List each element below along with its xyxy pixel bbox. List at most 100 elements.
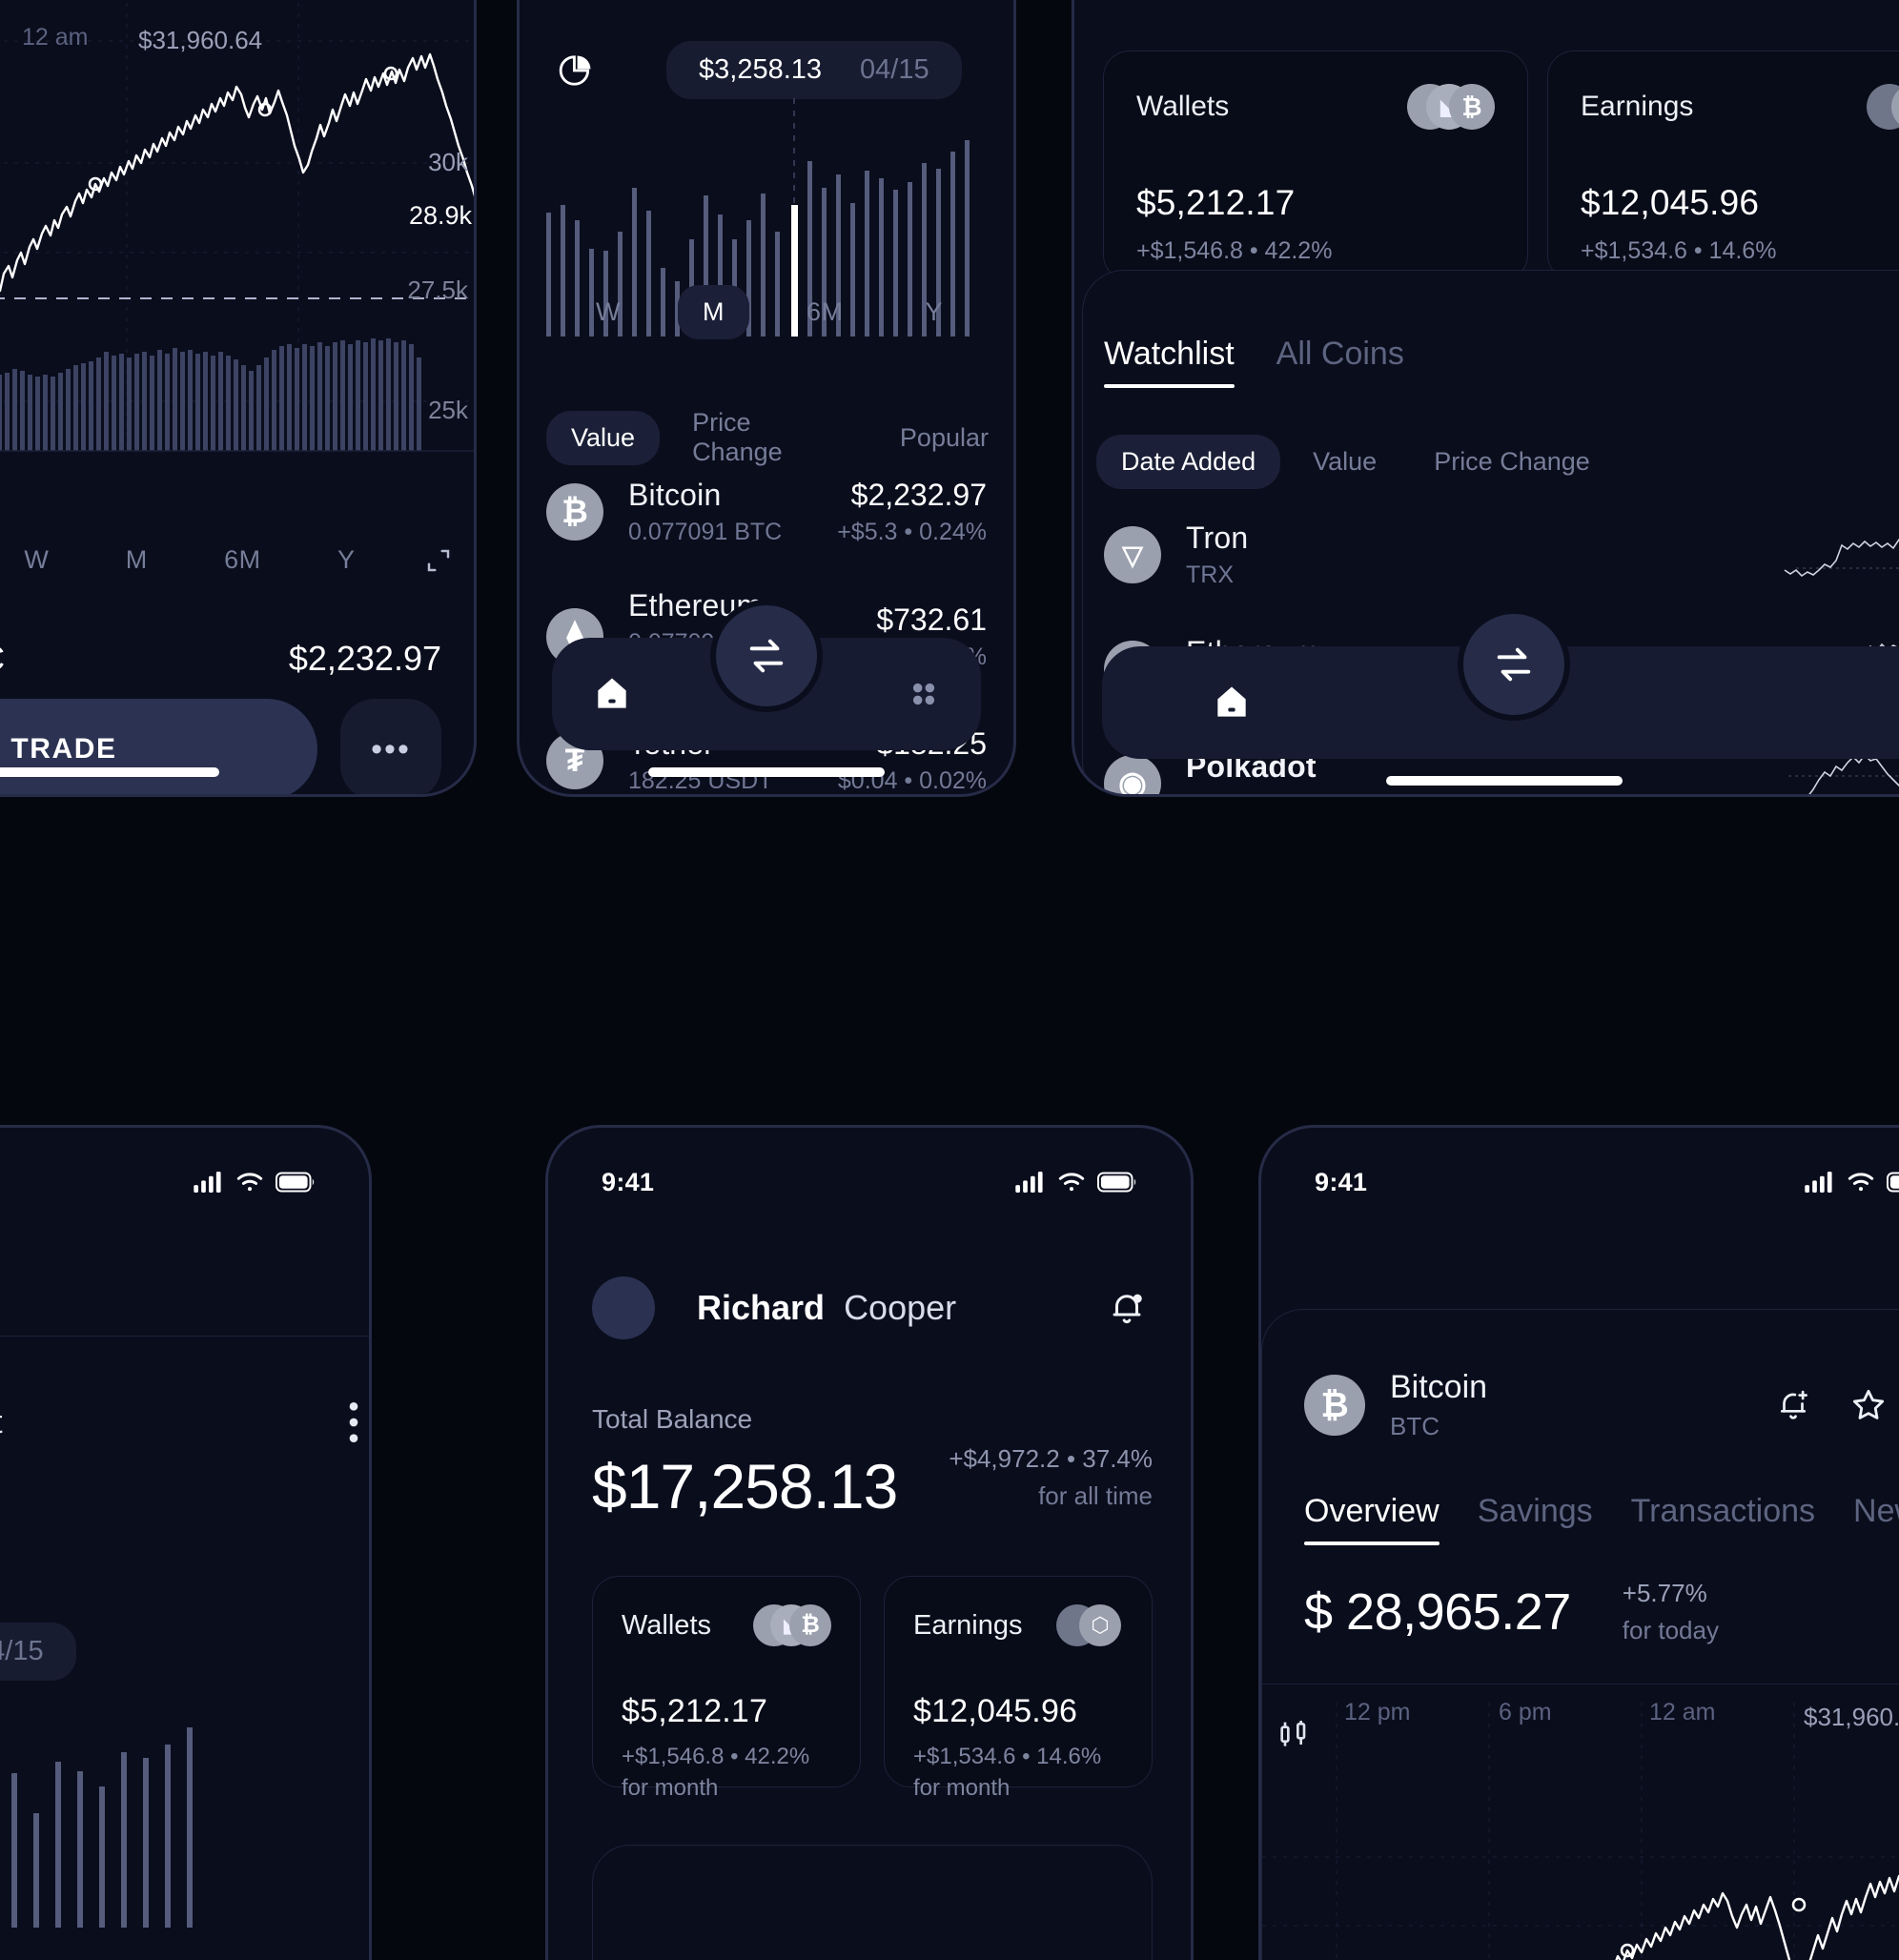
pie-chart-icon[interactable]: [558, 52, 594, 89]
trade-label: TRADE: [10, 733, 117, 765]
range-y[interactable]: Y: [900, 285, 968, 339]
portfolio-sort-chips[interactable]: Value Price Change Popular: [546, 396, 1013, 480]
coin-value: $732.61: [876, 602, 987, 637]
nav-swap-fab[interactable]: [710, 600, 823, 712]
card-period: for month: [622, 1774, 719, 1801]
watchlist-tabs[interactable]: Watchlist All Coins: [1104, 336, 1404, 388]
coin-stack-icon: ◣ ₿: [1407, 82, 1495, 132]
earnings-card[interactable]: Earnings ⬡ $12,045.96 +$1,534.6 • 14.6% …: [1547, 51, 1899, 296]
portfolio-range-selector[interactable]: W M 6M Y: [520, 285, 1013, 339]
range-selector[interactable]: 1H D W M 6M Y: [0, 533, 474, 587]
list-item[interactable]: ▽ Tron TRX: [1104, 521, 1899, 589]
range-m[interactable]: M: [677, 285, 749, 339]
btc-chart-screen: 12 pm 6 pm 12 am $31,960.64 $24,922.97 3…: [0, 0, 474, 794]
avatar[interactable]: [592, 1276, 655, 1339]
wifi-icon: [1057, 1172, 1086, 1193]
coin-symbol: BTC: [1390, 1412, 1440, 1440]
star-icon[interactable]: [1849, 1386, 1888, 1424]
nav-swap-fab[interactable]: [1457, 608, 1570, 721]
card-period: for month: [913, 1774, 1011, 1801]
tab-overview[interactable]: Overview: [1304, 1493, 1440, 1545]
range-w[interactable]: W: [0, 533, 73, 587]
sort-chip-value[interactable]: Value: [1288, 435, 1401, 489]
more-button[interactable]: •••: [340, 699, 441, 794]
earnings-card[interactable]: Earnings ⬡ $12,045.96 +$1,534.6 • 14.6% …: [884, 1576, 1153, 1801]
hodl-bar-svg: [11, 1727, 193, 1928]
balance-period: for all time: [1038, 1481, 1153, 1510]
y-tick-25k: 25k: [428, 396, 468, 424]
sort-chip-value[interactable]: Value: [546, 410, 661, 465]
summary-cards: Wallets ◣ ₿ $5,212.17 +$1,546.8 • 42.2% …: [592, 1576, 1153, 1801]
more-label: •••: [371, 730, 411, 767]
list-item[interactable]: ₿ Bitcoin 0.077091 BTC $2,232.97 +$5.3 •…: [546, 478, 987, 546]
tab-news[interactable]: News: [1853, 1493, 1899, 1545]
hodl-wallet-panel: 9:41: [0, 1125, 372, 1960]
bell-notification-icon[interactable]: [1107, 1288, 1147, 1328]
cellular-signal-icon: [194, 1172, 224, 1193]
sort-chip-popular[interactable]: Popular: [875, 411, 1013, 465]
tab-all-coins[interactable]: All Coins: [1276, 336, 1404, 388]
tab-savings[interactable]: Savings: [1478, 1493, 1593, 1545]
chart-high-label: $31,960.64: [1804, 1703, 1899, 1731]
portfolio-panel: $3,258.13 04/15 W M 6M Y Value Price Cha…: [517, 0, 1016, 797]
range-y[interactable]: Y: [313, 533, 380, 587]
wallets-card[interactable]: Wallets ◣ ₿ $5,212.17 +$1,546.8 • 42.2% …: [1103, 51, 1528, 296]
card-value: $12,045.96: [913, 1693, 1078, 1729]
battery-icon: [1887, 1172, 1899, 1193]
detail-tabs[interactable]: Overview Savings Transactions News: [1304, 1493, 1899, 1545]
hodl-header: Hodl Wallet: [0, 1401, 358, 1443]
bitcoin-icon: ₿: [1304, 1375, 1365, 1436]
watchlist-sheet-peek: [592, 1845, 1153, 1960]
watchlist-panel: Wallets ◣ ₿ $5,212.17 +$1,546.8 • 42.2% …: [1072, 0, 1899, 797]
watchlist-sort-chips[interactable]: Date Added Value Price Change: [1096, 435, 1615, 489]
available-block: Available 0.077091 BTC $2,232.97: [0, 602, 441, 679]
user-last-name: Cooper: [844, 1288, 957, 1327]
page-title: Hodl Wallet: [0, 1404, 3, 1441]
bitcoin-detail-panel: 9:41 ₿ Bitcoin BTC Overview Savings Tran…: [1258, 1125, 1899, 1960]
bell-plus-icon[interactable]: [1775, 1387, 1811, 1423]
tab-transactions[interactable]: Transactions: [1631, 1493, 1815, 1545]
wallets-card[interactable]: Wallets ◣ ₿ $5,212.17 +$1,546.8 • 42.2% …: [592, 1576, 861, 1801]
bitcoin-icon: ₿: [546, 483, 603, 541]
range-m[interactable]: M: [101, 533, 173, 587]
kebab-menu-icon[interactable]: [349, 1401, 358, 1443]
price-chart[interactable]: 12 pm 6 pm 12 am $31,960.64 $24,922.97 3…: [0, 3, 474, 537]
chevron-down-icon[interactable]: [1895, 1594, 1899, 1630]
range-6m[interactable]: 6M: [199, 533, 286, 587]
coin-pair-icon: ⬡: [1867, 82, 1899, 132]
sort-chip-price-change[interactable]: Price Change: [1409, 435, 1615, 489]
user-header: Richard Cooper: [592, 1276, 1147, 1339]
card-title: Earnings: [1581, 91, 1694, 122]
card-value: $5,212.17: [622, 1693, 768, 1729]
y-tick-current: 28.9k: [408, 201, 472, 230]
status-time: 9:41: [1315, 1167, 1368, 1196]
tab-watchlist[interactable]: Watchlist: [1104, 336, 1235, 388]
axis-time-2: 12 am: [22, 24, 89, 51]
coin-change: +$5.3 • 0.24%: [837, 519, 987, 545]
sort-chip-price-change[interactable]: Price Change: [667, 396, 868, 480]
status-bar: 9:41: [548, 1128, 1191, 1210]
range-6m[interactable]: 6M: [782, 285, 868, 339]
btc-chart-panel: 12 pm 6 pm 12 am $31,960.64 $24,922.97 3…: [0, 0, 477, 797]
nav-grid-icon[interactable]: [906, 676, 942, 712]
hodl-bar-chart[interactable]: [0, 1670, 261, 1956]
axis-time-1: 6 pm: [1499, 1699, 1552, 1725]
nav-home-icon[interactable]: [1211, 682, 1253, 724]
chart-tooltip: $3,258.13 04/15: [666, 41, 962, 99]
expand-icon[interactable]: [407, 537, 470, 584]
sort-chip-date-added[interactable]: Date Added: [1096, 435, 1281, 489]
y-tick-30k: 30k: [428, 148, 468, 176]
detail-price-chart[interactable]: 12 pm 6 pm 12 am $31,960.64 30 28. 27.: [1262, 1684, 1899, 1960]
range-w[interactable]: W: [571, 285, 645, 339]
nav-home-icon[interactable]: [591, 673, 633, 715]
trade-button[interactable]: TRADE: [0, 699, 317, 794]
sparkline: [1783, 522, 1899, 587]
card-delta: +$1,546.8 • 42.2%: [1136, 237, 1333, 264]
card-delta: +$1,534.6 • 14.6%: [1581, 237, 1777, 264]
card-value: $5,212.17: [1136, 183, 1296, 222]
polkadot-icon: ◉: [1104, 755, 1161, 794]
tooltip-date: 04/15: [0, 1636, 44, 1666]
candlestick-icon[interactable]: [1276, 1716, 1314, 1754]
cellular-signal-icon: [1805, 1172, 1835, 1193]
coin-pair-icon: ⬡: [1056, 1603, 1123, 1647]
